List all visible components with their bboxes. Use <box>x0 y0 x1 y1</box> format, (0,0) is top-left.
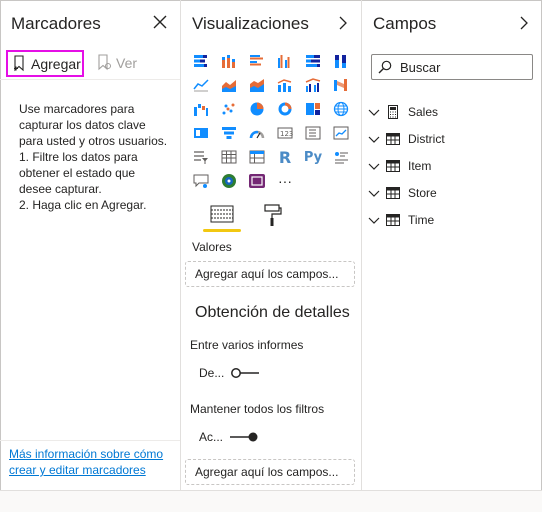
viz-tabs <box>203 204 303 234</box>
100-stacked-column-chart-icon[interactable] <box>329 50 353 72</box>
filled-map-icon[interactable] <box>189 122 213 144</box>
key-influencers-icon[interactable] <box>329 146 353 168</box>
paint-roller-icon[interactable] <box>263 204 283 228</box>
arcgis-map-icon[interactable] <box>217 170 241 192</box>
visualizations-pane: Visualizaciones 123 R Py ··· Valores Agr… <box>181 0 362 490</box>
fields-title: Campos <box>373 14 437 33</box>
search-placeholder: Buscar <box>400 59 441 75</box>
add-bookmark-button[interactable]: Agregar <box>6 50 84 77</box>
matrix-icon[interactable] <box>245 146 269 168</box>
svg-text:123: 123 <box>280 130 293 138</box>
waterfall-chart-icon[interactable] <box>189 98 213 120</box>
divider <box>0 440 180 441</box>
list-item[interactable]: District <box>362 125 542 152</box>
values-label: Valores <box>192 240 232 254</box>
100-stacked-bar-chart-icon[interactable] <box>301 50 325 72</box>
line-chart-icon[interactable] <box>189 74 213 96</box>
chevron-right-icon[interactable] <box>518 16 530 30</box>
cross-report-toggle-text: De... <box>199 366 225 380</box>
active-tab-indicator <box>203 229 241 232</box>
stacked-area-chart-icon[interactable] <box>245 74 269 96</box>
keep-filters-label: Mantener todos los filtros <box>190 402 325 416</box>
view-bookmark-label: Ver <box>116 54 138 71</box>
qna-icon[interactable] <box>189 170 213 192</box>
chevron-down-icon[interactable] <box>368 160 380 172</box>
bookmarks-pane: Marcadores Agregar Ver Use marcadores pa… <box>0 0 181 490</box>
fields-list: Sales District Item Store Time <box>362 98 542 233</box>
donut-chart-icon[interactable] <box>273 98 297 120</box>
cross-report-toggle-row[interactable]: De... <box>199 366 260 380</box>
table-icon <box>386 186 400 199</box>
table-name: Sales <box>408 104 439 119</box>
values-drop-zone[interactable]: Agregar aquí los campos... <box>185 261 355 287</box>
visualizations-title: Visualizaciones <box>192 14 309 33</box>
list-item[interactable]: Time <box>362 206 542 233</box>
multi-row-card-icon[interactable] <box>301 122 325 144</box>
drillthrough-drop-zone[interactable]: Agregar aquí los campos... <box>185 459 355 485</box>
slicer-icon[interactable] <box>189 146 213 168</box>
chevron-down-icon[interactable] <box>368 187 380 199</box>
scatter-chart-icon[interactable] <box>217 98 241 120</box>
search-icon <box>378 60 392 74</box>
visual-gallery: 123 R Py ··· <box>189 50 355 194</box>
help-line: 2. Haga clic en Agregar. <box>19 198 147 212</box>
table-name: Item <box>408 158 432 173</box>
table-name: District <box>408 131 445 146</box>
line-and-clustered-column-chart-icon[interactable] <box>301 74 325 96</box>
bookmarks-help-text: Use marcadores para capturar los datos c… <box>19 101 169 213</box>
list-item[interactable]: Store <box>362 179 542 206</box>
r-script-visual-icon[interactable]: R <box>273 146 297 168</box>
fields-search-input[interactable]: Buscar <box>371 54 533 80</box>
list-item[interactable]: Item <box>362 152 542 179</box>
area-chart-icon[interactable] <box>217 74 241 96</box>
bookmarks-toolbar: Agregar Ver <box>0 48 180 80</box>
cross-report-toggle-off[interactable] <box>230 367 260 379</box>
fields-pane: Campos Buscar Sales District Item Store … <box>362 0 542 490</box>
keep-filters-toggle-row[interactable]: Ac... <box>199 430 259 444</box>
clustered-column-chart-icon[interactable] <box>273 50 297 72</box>
treemap-icon[interactable] <box>301 98 325 120</box>
add-bookmark-label: Agregar <box>31 55 81 72</box>
help-line: 1. Filtre los datos para obtener el esta… <box>19 150 138 196</box>
table-visual-icon[interactable] <box>217 146 241 168</box>
more-visuals-icon[interactable]: ··· <box>273 170 297 192</box>
learn-more-link[interactable]: Más información sobre cómo crear y edita… <box>9 446 174 478</box>
funnel-icon[interactable] <box>217 122 241 144</box>
kpi-icon[interactable] <box>329 122 353 144</box>
chevron-down-icon[interactable] <box>368 133 380 145</box>
keep-filters-toggle-text: Ac... <box>199 430 224 444</box>
stacked-column-chart-icon[interactable] <box>217 50 241 72</box>
bookmarks-title: Marcadores <box>11 14 101 33</box>
table-name: Store <box>408 185 437 200</box>
map-icon[interactable] <box>329 98 353 120</box>
list-item[interactable]: Sales <box>362 98 542 125</box>
gauge-icon[interactable] <box>245 122 269 144</box>
clustered-bar-chart-icon[interactable] <box>245 50 269 72</box>
pie-chart-icon[interactable] <box>245 98 269 120</box>
cross-report-label: Entre varios informes <box>190 338 304 352</box>
stacked-bar-chart-icon[interactable] <box>189 50 213 72</box>
card-icon[interactable]: 123 <box>273 122 297 144</box>
table-name: Time <box>408 212 435 227</box>
close-icon[interactable] <box>152 14 168 30</box>
table-icon <box>386 159 400 172</box>
table-icon <box>386 213 400 226</box>
ribbon-chart-icon[interactable] <box>329 74 353 96</box>
calculator-icon <box>388 104 398 119</box>
bookmark-add-icon <box>14 55 24 72</box>
chevron-right-icon[interactable] <box>337 16 349 30</box>
chevron-down-icon[interactable] <box>368 214 380 226</box>
line-and-stacked-column-chart-icon[interactable] <box>273 74 297 96</box>
python-visual-icon[interactable]: Py <box>301 146 325 168</box>
drillthrough-title: Obtención de detalles <box>195 304 350 321</box>
help-line: Use marcadores para capturar los datos c… <box>19 102 168 148</box>
bookmark-view-icon <box>98 54 111 71</box>
status-bar <box>0 490 542 512</box>
keep-filters-toggle-on[interactable] <box>229 431 259 443</box>
table-icon <box>386 132 400 145</box>
chevron-down-icon[interactable] <box>368 106 380 118</box>
powerapps-visual-icon[interactable] <box>245 170 269 192</box>
view-bookmark-button[interactable]: Ver <box>96 54 137 71</box>
